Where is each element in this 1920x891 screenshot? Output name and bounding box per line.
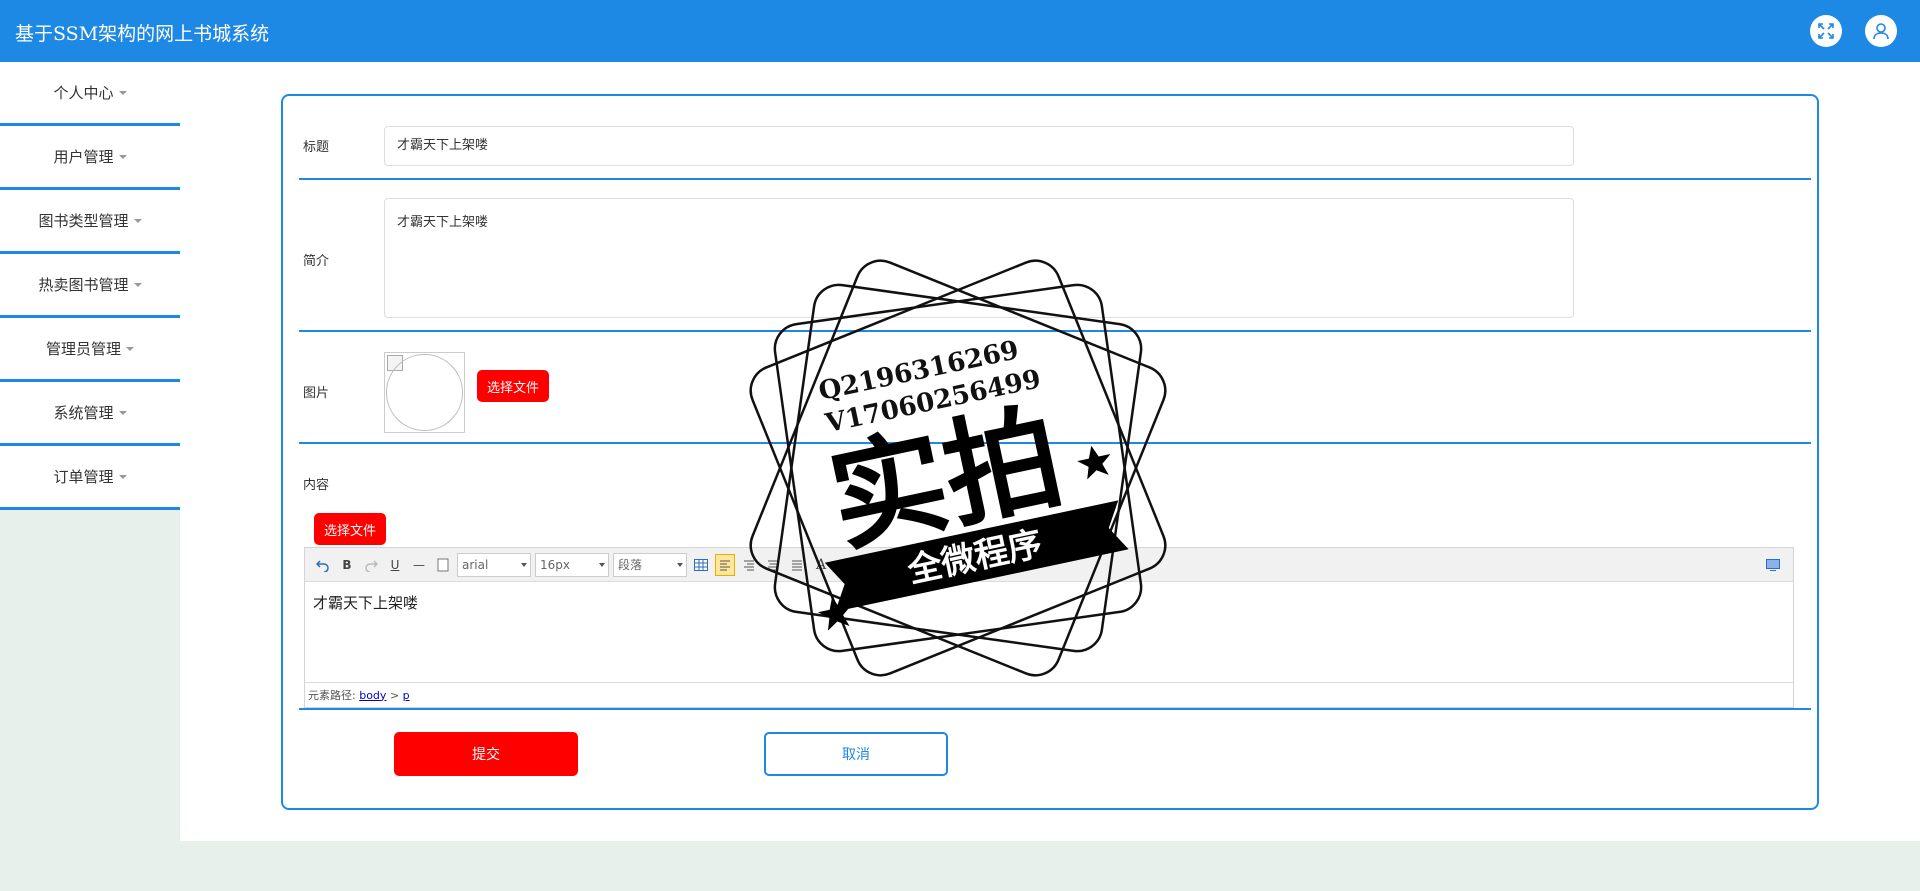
font-family-value: arial <box>462 557 489 572</box>
intro-label: 简介 <box>303 254 330 269</box>
chevron-down-icon <box>126 346 134 351</box>
element-path-bar: 元素路径: body > p <box>305 682 1793 707</box>
watermark-stamp: Q2196316269 V17060256499 实拍 全微程序 <box>749 259 1167 677</box>
chevron-down-icon <box>118 410 127 415</box>
sidebar-item-label: 系统管理 <box>53 404 114 422</box>
sidebar-item-label: 个人中心 <box>53 84 114 102</box>
path-link-p[interactable]: p <box>403 689 410 702</box>
title-input[interactable]: 才霸天下上架喽 <box>384 126 1574 166</box>
sidebar-item-label: 热卖图书管理 <box>38 276 129 294</box>
font-family-select[interactable]: arial <box>457 552 531 577</box>
fullscreen-icon[interactable] <box>1810 15 1842 47</box>
dropdown-arrow-icon <box>677 562 683 567</box>
user-icon[interactable] <box>1865 15 1897 47</box>
chevron-down-icon <box>133 282 142 287</box>
sidebar-item-admin-management[interactable]: 管理员管理 <box>0 318 180 382</box>
horizontal-rule-icon[interactable]: — <box>409 554 429 576</box>
editor-divider <box>299 708 1811 710</box>
page-icon[interactable] <box>433 554 453 576</box>
underline-icon[interactable]: U <box>385 554 405 576</box>
paragraph-select[interactable]: 段落 <box>613 552 687 577</box>
image-placeholder-circle <box>386 354 463 431</box>
image-label: 图片 <box>303 386 330 401</box>
content-label: 内容 <box>303 478 330 493</box>
sidebar: 个人中心 用户管理 图书类型管理 热卖图书管理 管理员管理 系统管理 订单管理 <box>0 62 180 510</box>
app-title: 基于SSM架构的网上书城系统 <box>15 23 270 45</box>
top-header: 基于SSM架构的网上书城系统 <box>0 0 1920 62</box>
dropdown-arrow-icon <box>521 562 527 567</box>
table-icon[interactable] <box>691 554 711 576</box>
sidebar-item-hot-books-management[interactable]: 热卖图书管理 <box>0 254 180 318</box>
path-link-body[interactable]: body <box>359 689 386 702</box>
sidebar-item-book-type-management[interactable]: 图书类型管理 <box>0 190 180 254</box>
sidebar-item-order-management[interactable]: 订单管理 <box>0 446 180 510</box>
cancel-button[interactable]: 取消 <box>764 732 948 776</box>
sidebar-item-user-management[interactable]: 用户管理 <box>0 126 180 190</box>
image-preview <box>384 352 465 433</box>
fullscreen-editor-icon[interactable] <box>1763 554 1783 576</box>
chevron-down-icon <box>133 218 142 223</box>
align-left-icon[interactable] <box>715 553 735 576</box>
sidebar-item-label: 订单管理 <box>53 468 114 486</box>
dropdown-arrow-icon <box>599 562 605 567</box>
path-separator: > <box>389 688 400 702</box>
sidebar-item-system-management[interactable]: 系统管理 <box>0 382 180 446</box>
submit-button[interactable]: 提交 <box>394 732 578 776</box>
bold-icon[interactable]: B <box>337 554 357 576</box>
sidebar-item-personal-center[interactable]: 个人中心 <box>0 62 180 126</box>
undo-icon[interactable] <box>313 554 333 576</box>
sidebar-item-label: 管理员管理 <box>45 340 121 358</box>
chevron-down-icon <box>118 90 127 95</box>
path-prefix: 元素路径: <box>308 689 356 702</box>
title-row: 标题 才霸天下上架喽 <box>299 96 1811 180</box>
image-upload-button[interactable]: 选择文件 <box>477 370 550 402</box>
chevron-down-icon <box>118 474 127 479</box>
font-size-value: 16px <box>540 557 570 572</box>
star-icon <box>1077 445 1111 480</box>
content-upload-button[interactable]: 选择文件 <box>314 513 387 545</box>
font-size-select[interactable]: 16px <box>535 552 609 577</box>
chevron-down-icon <box>118 154 127 159</box>
sidebar-item-label: 用户管理 <box>53 148 114 166</box>
sidebar-item-label: 图书类型管理 <box>38 212 129 230</box>
paragraph-value: 段落 <box>618 558 643 572</box>
title-label: 标题 <box>303 140 330 155</box>
redo-icon[interactable] <box>361 554 381 576</box>
